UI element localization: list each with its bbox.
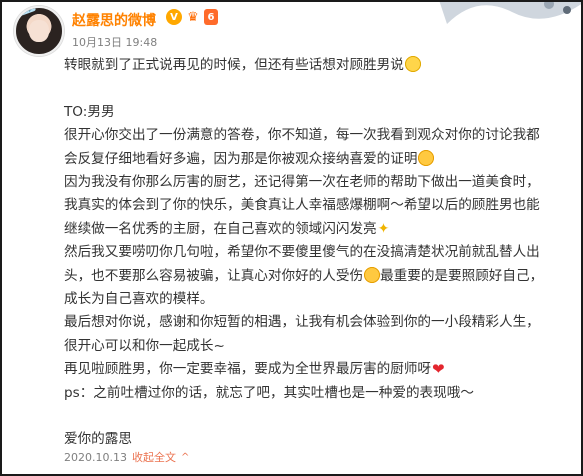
post-line: 转眼就到了正式说再见的时候，但还有些话想对顾胜男说 xyxy=(64,54,569,77)
author-badges: V ♛ 6 xyxy=(166,9,218,25)
post-line: 头，也不要那么容易被骗，让真心对你好的人受伤 最重要的是要照顾好自己， xyxy=(64,266,544,284)
sparkle-icon: ✦ xyxy=(377,220,390,237)
smile-glasses-emoji-icon xyxy=(404,56,421,72)
post-line: TO:男男 xyxy=(64,103,115,120)
avatar-tag: Rosy xyxy=(16,8,37,19)
post-footer: 2020.10.13 收起全文 ^ xyxy=(64,449,189,465)
crown-badge-icon: ♛ xyxy=(185,9,201,25)
avatar-face xyxy=(29,20,49,42)
collapse-full-text-link[interactable]: 收起全文 xyxy=(132,449,176,465)
post-line: 我真实的体会到了你的快乐，美食真让人幸福感爆棚啊～希望以后的顾胜男也能 xyxy=(64,197,540,214)
author-name[interactable]: 赵露思的微博 xyxy=(72,10,156,30)
post-line: 因为我没有你那么厉害的厨艺，还记得第一次在老师的帮助下做出一道美食时， xyxy=(64,174,540,191)
post-line: 然后我又要唠叨你几句啦，希望你不要傻里傻气的在没搞清楚状况前就乱替人出 xyxy=(64,244,540,261)
post-line: 继续做一名优秀的主厨，在自己喜欢的领域闪闪发亮✦ xyxy=(64,218,569,241)
post-line: 很开心你交出了一份满意的答卷，你不知道，每一次我看到观众对你的讨论我都 xyxy=(64,127,540,144)
post-line: 很开心可以和你一起成长~ xyxy=(64,337,225,354)
header-decoration-icon xyxy=(439,2,581,24)
chevron-up-icon[interactable]: ^ xyxy=(181,452,189,463)
blush-emoji-icon xyxy=(418,149,435,166)
blush-emoji-icon xyxy=(364,266,381,283)
post-line: 会反复仔细地看好多遍，因为那是你被观众接纳喜爱的证明 xyxy=(64,148,569,171)
post-timestamp[interactable]: 10月13日 19:48 xyxy=(72,34,157,50)
post-line: 成长为自己喜欢的模样。 xyxy=(64,291,214,308)
post-line: 最后想对你说，感谢和你短暂的相遇，让我有机会体验到你的一小段精彩人生， xyxy=(64,314,540,331)
post-line: ps：之前吐槽过你的话，就忘了吧，其实吐槽也是一种爱的表现哦～ xyxy=(64,384,474,401)
level-badge-icon: 6 xyxy=(204,9,218,25)
post-line: 再见啦顾胜男，你一定要幸福，要成为全世界最厉害的厨师呀❤ xyxy=(64,358,569,381)
post-content: 转眼就到了正式说再见的时候，但还有些话想对顾胜男说 TO:男男 很开心你交出了一… xyxy=(64,54,569,452)
red-heart-icon: ❤ xyxy=(432,360,445,379)
post-date: 2020.10.13 xyxy=(64,450,127,464)
verified-badge-icon: V xyxy=(166,9,182,25)
weibo-post-card: Rosy 赵露思的微博 V ♛ 6 10月13日 19:48 转眼就到了正式说再… xyxy=(0,0,583,476)
avatar[interactable]: Rosy xyxy=(14,6,64,56)
